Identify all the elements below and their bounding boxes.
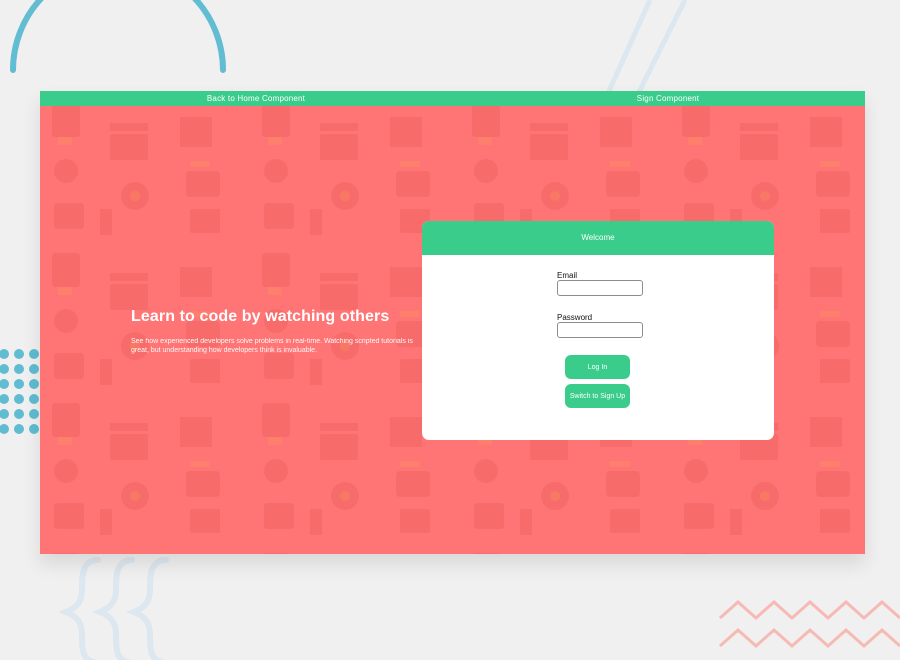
sign-component-link[interactable]: Sign Component <box>637 91 699 106</box>
decorative-zigzag <box>719 599 900 649</box>
decorative-curly-braces <box>60 557 169 660</box>
decorative-arc <box>10 0 226 73</box>
decorative-dot-grid <box>0 349 39 434</box>
back-to-home-link[interactable]: Back to Home Component <box>207 91 305 106</box>
email-label: Email <box>557 271 578 280</box>
password-label: Password <box>557 313 593 322</box>
login-button[interactable]: Log In <box>565 355 630 379</box>
top-navbar: Back to Home Component Sign Component <box>40 91 865 106</box>
card-header-welcome: Welcome <box>422 221 774 255</box>
switch-to-signup-button[interactable]: Switch to Sign Up <box>565 384 630 408</box>
hero-title: Learn to code by watching others <box>131 308 390 325</box>
password-field[interactable] <box>557 322 643 338</box>
hero-description: See how experienced developers solve pro… <box>131 338 413 354</box>
login-card: Welcome Email Password Log In Switch to … <box>422 221 774 440</box>
decorative-diagonal-lines <box>602 0 688 100</box>
hero-section: Back to Home Component Sign Component Le… <box>40 91 865 554</box>
email-field[interactable] <box>557 280 643 296</box>
hero-text-block: Learn to code by watching others See how… <box>131 308 431 355</box>
